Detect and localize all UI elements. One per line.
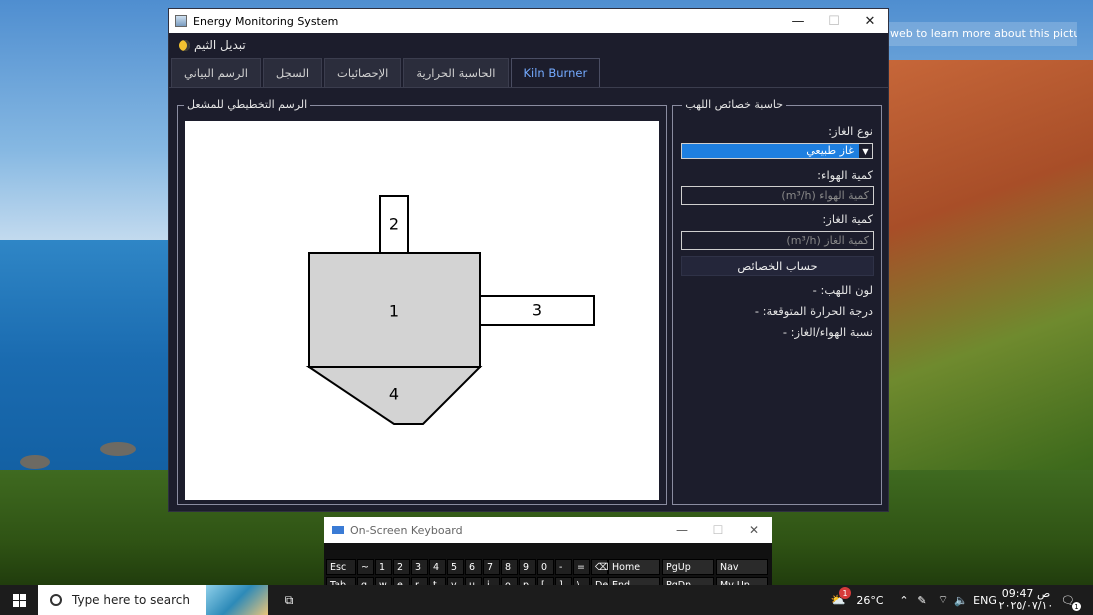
osk-key[interactable]: 7: [483, 559, 500, 575]
burner-diagram-svg: 1 2 3 4: [305, 195, 595, 425]
burner-diagram-group: الرسم التخطيطي للمشعل 1 2 3 4: [177, 98, 667, 505]
tab-thermal-calculator[interactable]: الحاسبة الحرارية: [403, 58, 509, 87]
osk-key[interactable]: 3: [411, 559, 428, 575]
air-input[interactable]: كمية الهواء (m³/h): [681, 186, 874, 205]
weather-temp[interactable]: 26°C: [852, 585, 888, 615]
window-title: Energy Monitoring System: [193, 14, 339, 28]
desktop-rock: [20, 455, 50, 469]
tab-log[interactable]: السجل: [262, 58, 323, 87]
osk-key[interactable]: 4: [429, 559, 446, 575]
chevron-down-icon[interactable]: ▼: [859, 144, 872, 158]
air-gas-ratio-result: نسبة الهواء/الغاز: -: [782, 325, 873, 339]
osk-close-button[interactable]: ✕: [736, 523, 772, 537]
wifi-icon[interactable]: ⌔: [935, 585, 951, 615]
osk-key[interactable]: 9: [519, 559, 536, 575]
tab-kiln-burner[interactable]: Kiln Burner: [510, 58, 601, 87]
menu-bar: تبديل الثيم: [169, 33, 888, 57]
minimize-button[interactable]: —: [780, 9, 816, 33]
notifications-badge: 1: [1072, 602, 1081, 611]
gas-input[interactable]: كمية الغاز (m³/h): [681, 231, 874, 250]
tab-bar: الرسم البياني السجل الإحصائيات الحاسبة ا…: [169, 57, 888, 87]
osk-key[interactable]: 6: [465, 559, 482, 575]
desktop-rock: [100, 442, 136, 456]
osk-title-bar[interactable]: On-Screen Keyboard — ☐ ✕: [324, 517, 772, 543]
osk-key[interactable]: ~: [357, 559, 374, 575]
burner-diagram-canvas: 1 2 3 4: [185, 121, 659, 500]
part-label-4: 4: [389, 385, 399, 404]
gas-type-label: نوع الغاز:: [828, 124, 873, 138]
title-bar[interactable]: Energy Monitoring System — ☐ ✕: [169, 9, 888, 33]
taskbar-search[interactable]: Type here to search: [38, 585, 268, 615]
volume-icon[interactable]: 🔈: [953, 585, 969, 615]
part-label-3: 3: [532, 301, 542, 320]
part-label-1: 1: [389, 302, 399, 321]
osk-minimize-button[interactable]: —: [664, 523, 700, 537]
osk-key[interactable]: 2: [393, 559, 410, 575]
osk-key[interactable]: 0: [537, 559, 554, 575]
osk-key[interactable]: Esc: [326, 559, 356, 575]
clock-date: ٢٠٢٥/٠٧/١٠: [998, 599, 1054, 612]
search-placeholder: Type here to search: [72, 593, 190, 607]
clock[interactable]: 09:47 ص ٢٠٢٥/٠٧/١٠: [998, 585, 1054, 615]
part-label-2: 2: [389, 215, 399, 234]
osk-key[interactable]: ⌫: [591, 559, 608, 575]
osk-nav-key[interactable]: PgUp: [662, 559, 714, 575]
osk-title: On-Screen Keyboard: [350, 523, 463, 537]
language-indicator[interactable]: ENG: [972, 585, 998, 615]
osk-key[interactable]: 8: [501, 559, 518, 575]
osk-key[interactable]: 1: [375, 559, 392, 575]
calculator-title: حاسبة خصائص اللهب: [682, 98, 786, 111]
osk-nav-key[interactable]: Home: [608, 559, 660, 575]
gas-label: كمية الغاز:: [822, 212, 873, 226]
search-icon: [50, 594, 62, 606]
theme-toggle-menu[interactable]: تبديل الثيم: [194, 38, 246, 52]
weather-badge: 1: [839, 587, 851, 599]
app-window: Energy Monitoring System — ☐ ✕ تبديل الث…: [168, 8, 889, 512]
air-label: كمية الهواء:: [817, 168, 873, 182]
tab-statistics[interactable]: الإحصائيات: [324, 58, 402, 87]
calculate-button[interactable]: حساب الخصائص: [681, 256, 874, 276]
osk-maximize-button[interactable]: ☐: [700, 523, 736, 537]
chevron-up-icon[interactable]: ⌃: [896, 585, 912, 615]
expected-temp-result: درجة الحرارة المتوقعة: -: [754, 304, 873, 318]
close-button[interactable]: ✕: [852, 9, 888, 33]
flame-color-result: لون اللهب: -: [812, 283, 873, 297]
maximize-button[interactable]: ☐: [816, 9, 852, 33]
gas-type-value: غاز طبيعي: [682, 144, 860, 158]
bing-tip[interactable]: web to learn more about this picture: [882, 22, 1077, 46]
diagram-title: الرسم التخطيطي للمشعل: [184, 98, 311, 111]
keyboard-icon: [332, 526, 344, 534]
osk-key[interactable]: =: [573, 559, 590, 575]
app-icon: [175, 15, 187, 27]
gas-type-select[interactable]: غاز طبيعي ▼: [681, 143, 873, 159]
windows-icon: [12, 593, 26, 607]
tab-content: الرسم التخطيطي للمشعل 1 2 3 4 حاسبة خصائ…: [169, 87, 888, 511]
taskbar: Type here to search ⧉ ⛅ 1 26°C ⌃ ✎ ⌔ 🔈 E…: [0, 585, 1093, 615]
start-button[interactable]: [0, 585, 38, 615]
osk-key[interactable]: 5: [447, 559, 464, 575]
pen-icon[interactable]: ✎: [914, 585, 930, 615]
osk-key[interactable]: -: [555, 559, 572, 575]
osk-nav-key[interactable]: Nav: [716, 559, 768, 575]
theme-icon: [179, 39, 190, 51]
flame-calculator-group: حاسبة خصائص اللهب نوع الغاز: غاز طبيعي ▼…: [672, 98, 882, 505]
task-view-icon[interactable]: ⧉: [278, 585, 300, 615]
tab-chart[interactable]: الرسم البياني: [171, 58, 261, 87]
search-highlight-image: [206, 585, 268, 615]
